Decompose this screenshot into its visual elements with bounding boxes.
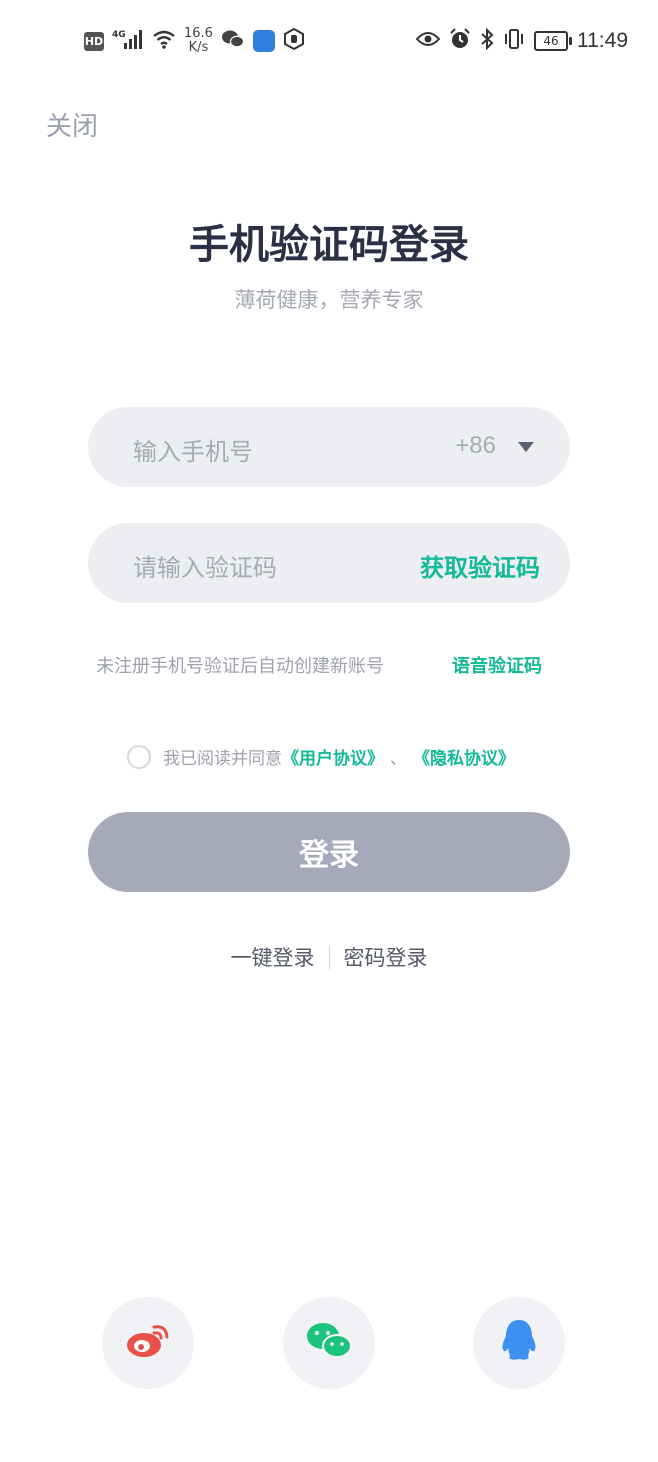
close-button[interactable]: 关闭 [46, 106, 98, 143]
eye-icon [415, 31, 441, 51]
network-speed: 16.6 K/s [184, 27, 213, 55]
one-click-login-link[interactable]: 一键登录 [231, 942, 315, 972]
login-button[interactable]: 登录 [88, 812, 570, 892]
page-title: 手机验证码登录 [189, 222, 469, 268]
hand-app-icon [283, 27, 305, 54]
phone-placeholder: 输入手机号 [133, 438, 253, 466]
voice-code-link[interactable]: 语音验证码 [452, 652, 542, 678]
user-agreement-link[interactable]: 《用户协议》 [282, 744, 384, 769]
alt-login-options: 一键登录 密码登录 [0, 942, 658, 972]
hd-badge: HD [84, 31, 104, 51]
qq-icon [497, 1318, 541, 1368]
weibo-login-button[interactable] [102, 1297, 194, 1389]
speed-unit: K/s [188, 40, 209, 55]
code-placeholder: 请输入验证码 [133, 554, 277, 582]
agree-checkbox[interactable] [127, 744, 151, 769]
wifi-icon [152, 29, 176, 53]
alarm-icon [449, 28, 471, 54]
vibrate-icon [503, 28, 525, 54]
wechat-icon [305, 1321, 353, 1365]
divider [328, 945, 330, 969]
status-bar-right: 46 11:49 [415, 24, 628, 58]
phone-input[interactable]: 输入手机号 +86 [88, 407, 570, 487]
agree-separator: 、 [390, 749, 407, 769]
agree-text: 我已阅读并同意 [163, 749, 282, 769]
network-type: 4G [112, 30, 126, 40]
chevron-down-icon[interactable] [518, 442, 534, 452]
wechat-notification-icon [221, 29, 245, 53]
weather-app-icon [252, 30, 275, 52]
status-bar-left: HD 4G 16.6 K/s [84, 24, 305, 58]
agreement-row: 我已阅读并同意 《用户协议》 、 《隐私协议》 [127, 744, 515, 769]
wechat-login-button[interactable] [283, 1297, 375, 1389]
speed-value: 16.6 [184, 26, 213, 41]
page-subtitle: 薄荷健康，营养专家 [234, 288, 424, 312]
password-login-link[interactable]: 密码登录 [344, 942, 428, 972]
weibo-icon [124, 1321, 172, 1365]
country-code-selector[interactable]: +86 [455, 432, 496, 460]
privacy-agreement-link[interactable]: 《隐私协议》 [413, 744, 515, 769]
status-time: 11:49 [577, 29, 628, 52]
auto-register-hint: 未注册手机号验证后自动创建新账号 [96, 656, 384, 677]
bluetooth-icon [480, 27, 494, 54]
verification-code-input[interactable]: 请输入验证码 获取验证码 [88, 523, 570, 603]
signal-icon: 4G [112, 28, 144, 54]
status-bar: HD 4G 16.6 K/s 46 11:49 [0, 0, 658, 80]
get-code-button[interactable]: 获取验证码 [420, 548, 540, 583]
qq-login-button[interactable] [473, 1297, 565, 1389]
battery-indicator: 46 [534, 31, 572, 51]
